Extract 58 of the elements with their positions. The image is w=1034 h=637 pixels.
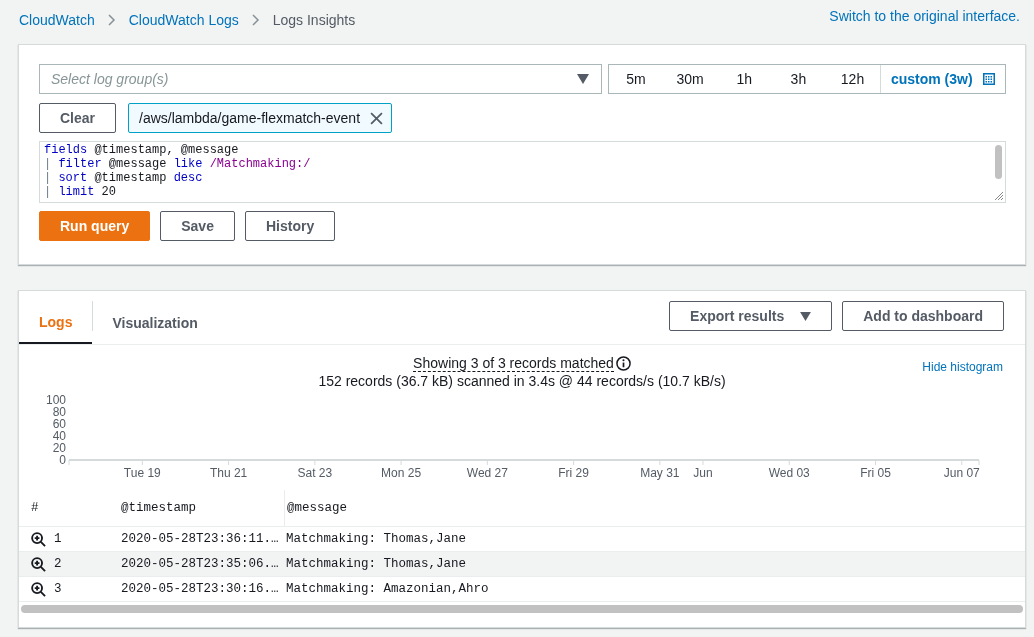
close-icon[interactable] xyxy=(370,111,384,125)
clear-button[interactable]: Clear xyxy=(39,103,117,133)
code-line: | filter @message like /Matchmaking:/ xyxy=(44,157,311,171)
x-tick-label: Jun 07 xyxy=(943,466,981,480)
x-tick-label: Wed 03 xyxy=(768,466,811,480)
chevron-right-icon xyxy=(251,14,260,26)
scrollbar[interactable] xyxy=(21,605,1023,613)
column-header[interactable]: @message xyxy=(285,501,347,515)
x-tick-label: Mon 25 xyxy=(381,466,422,480)
scan-stats: 152 records (36.7 kB) scanned in 3.4s @ 44 records/s (10.7 kB/s) xyxy=(318,373,726,389)
x-tick-label: Thu 21 xyxy=(209,466,248,480)
caret-icon xyxy=(577,74,589,84)
table-cell-text: 2020-05-28T23:36:11.… xyxy=(121,532,280,546)
info-icon[interactable] xyxy=(615,356,631,371)
chevron-right-icon xyxy=(107,14,116,26)
code-line: fields @timestamp, @message xyxy=(44,143,239,157)
column-header[interactable]: # xyxy=(19,501,121,515)
table-cell: 3 xyxy=(54,582,62,596)
x-tick-label: Sat 23 xyxy=(297,466,333,480)
calendar-icon xyxy=(982,73,995,85)
zoom-in-icon[interactable] xyxy=(31,556,46,572)
results-action-button[interactable]: Export results xyxy=(669,301,833,331)
x-tick-label: Jun xyxy=(693,466,713,480)
query-editor[interactable]: fields @timestamp, @message | filter @message like /Matchmaking:/ | sort @timestamp desc | limit 20 xyxy=(39,141,1006,203)
x-tick-label: Tue 19 xyxy=(123,466,162,480)
table-cell-text: Matchmaking: Thomas,Jane xyxy=(285,557,467,571)
caret-icon xyxy=(800,311,812,321)
code-line: | sort @timestamp desc xyxy=(44,171,203,185)
results-action-button[interactable]: Add to dashboard xyxy=(842,301,1004,331)
table-cell-text: 2020-05-28T23:30:16.… xyxy=(121,582,280,596)
table-cell-text: 2020-05-28T23:35:06.… xyxy=(121,557,280,571)
breadcrumb[interactable]: CloudWatch xyxy=(19,12,95,28)
y-axis: 0 20 40 60 80 100 xyxy=(45,393,66,467)
scrollbar[interactable] xyxy=(995,145,1002,179)
hide-histogram-link[interactable]: Hide histogram xyxy=(922,360,1003,374)
switch-interface-link[interactable]: Switch to the original interface. xyxy=(829,8,1020,34)
log-group-token[interactable]: /aws/lambda/game-flexmatch-event xyxy=(128,103,393,133)
token-label: /aws/lambda/game-flexmatch-event xyxy=(139,110,361,126)
zoom-in-icon[interactable] xyxy=(31,581,46,597)
table-cell-text: Matchmaking: Amazonian,Ahro xyxy=(285,582,489,596)
x-tick-label: Fri 29 xyxy=(558,466,590,480)
table-cell-text: Matchmaking: Thomas,Jane xyxy=(285,532,467,546)
zoom-in-icon[interactable] xyxy=(31,531,46,547)
code-line: | limit 20 xyxy=(44,185,117,199)
query-button[interactable]: History xyxy=(244,211,336,241)
x-tick-label: Wed 27 xyxy=(466,466,509,480)
x-tick-label: Fri 05 xyxy=(860,466,892,480)
results-tab[interactable]: Visualization xyxy=(92,301,218,344)
column-header[interactable]: @timestamp xyxy=(121,490,285,526)
breadcrumb[interactable]: CloudWatch Logs xyxy=(128,12,239,28)
placeholder-text: Select log group(s) xyxy=(51,71,169,87)
table-cell: 1 xyxy=(54,532,62,546)
breadcrumb: Logs Insights xyxy=(272,12,356,28)
resize-grip-icon[interactable] xyxy=(994,191,1004,201)
query-button[interactable]: Save xyxy=(160,211,235,241)
records-matched-text[interactable]: Showing 3 of 3 records matched xyxy=(413,355,614,372)
table-cell: 2 xyxy=(54,557,62,571)
x-tick-label: May 31 xyxy=(640,466,680,480)
